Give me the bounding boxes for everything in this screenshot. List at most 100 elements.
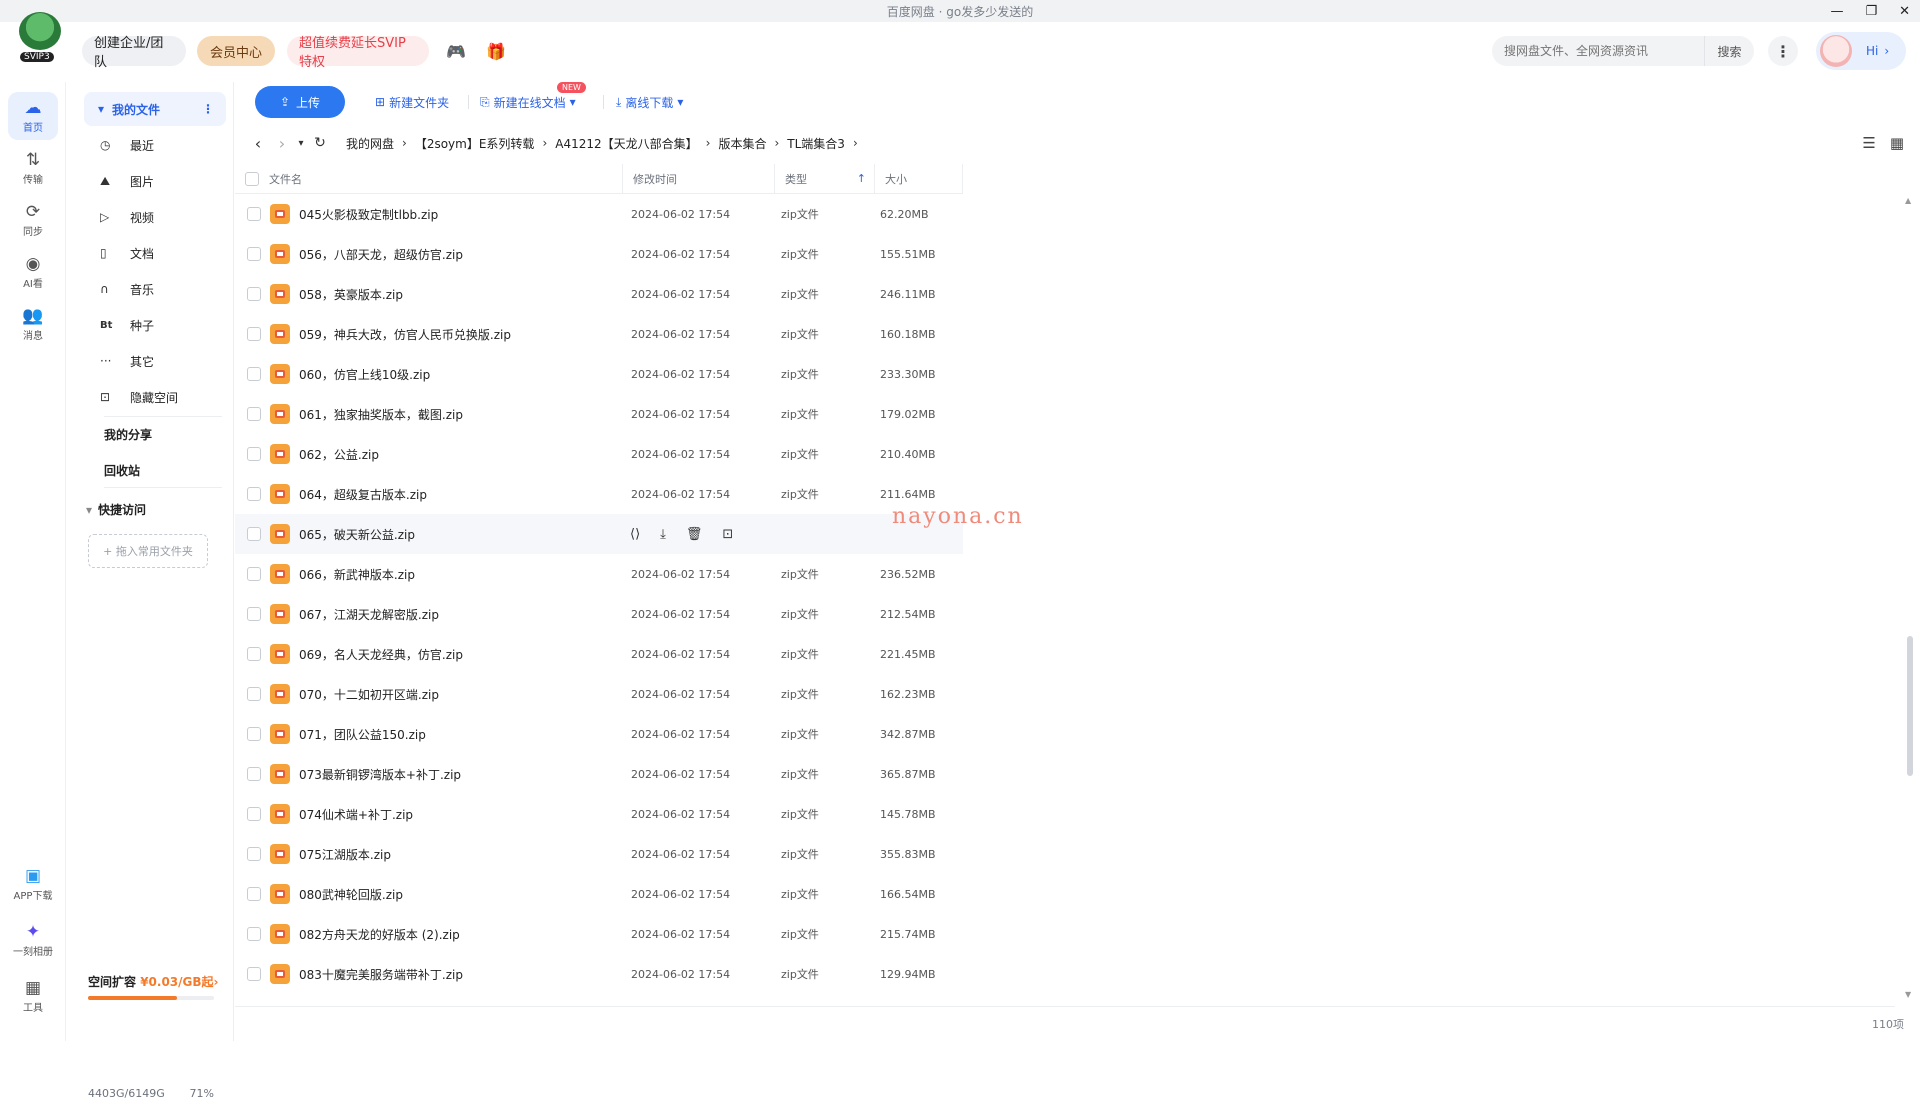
file-name[interactable]: 073最新铜锣湾版本+补丁.zip [299, 766, 461, 783]
sidebar-item-torrents[interactable]: Bt 种子 [100, 311, 154, 339]
row-checkbox[interactable] [247, 607, 261, 621]
sidebar-item-my-share[interactable]: 我的分享 [104, 426, 152, 443]
row-checkbox[interactable] [247, 247, 261, 261]
file-name[interactable]: 066，新武神版本.zip [299, 566, 415, 583]
quick-access-header[interactable]: ▾ 快捷访问 [86, 501, 146, 518]
file-name[interactable]: 062，公益.zip [299, 446, 379, 463]
sidebar-item-hidden-space[interactable]: ⊡ 隐藏空间 [100, 383, 178, 411]
breadcrumb-item[interactable]: TL端集合3 [787, 135, 845, 152]
sidebar-item-recycle-bin[interactable]: 回收站 [104, 462, 140, 479]
table-row[interactable]: 062，公益.zip 2024-06-02 17:54 zip文件 210.40MB [235, 434, 963, 474]
table-row[interactable]: 045火影极致定制tlbb.zip 2024-06-02 17:54 zip文件 62… [235, 194, 963, 234]
row-checkbox[interactable] [247, 567, 261, 581]
minimize-icon[interactable]: — [1830, 4, 1843, 19]
search-button[interactable]: 搜索 [1704, 36, 1754, 66]
file-name[interactable]: 069，名人天龙经典，仿官.zip [299, 646, 463, 663]
row-checkbox[interactable] [247, 847, 261, 861]
row-checkbox[interactable] [247, 447, 261, 461]
vip-center-button[interactable]: 会员中心 [197, 36, 275, 66]
forward-icon[interactable]: › [270, 134, 294, 153]
select-all-checkbox[interactable] [245, 171, 259, 186]
file-name[interactable]: 082方舟天龙的好版本 (2).zip [299, 926, 460, 943]
history-dropdown-icon[interactable]: ▾ [294, 138, 308, 149]
row-checkbox[interactable] [247, 887, 261, 901]
file-name[interactable]: 065，破天新公益.zip [299, 526, 415, 543]
grid-view-icon[interactable]: ▦ [1890, 134, 1904, 152]
row-checkbox[interactable] [247, 487, 261, 501]
table-row[interactable]: 067，江湖天龙解密版.zip 2024-06-02 17:54 zip文件 212.… [235, 594, 963, 634]
row-checkbox[interactable] [247, 327, 261, 341]
table-row[interactable]: 083十魔完美服务端带补丁.zip 2024-06-02 17:54 zip文件 12… [235, 954, 963, 994]
create-team-button[interactable]: 创建企业/团队 [82, 36, 186, 70]
scroll-down-icon[interactable]: ▼ [1905, 990, 1911, 999]
file-name[interactable]: 071，团队公益150.zip [299, 726, 426, 743]
breadcrumb-item[interactable]: 我的网盘 [346, 135, 394, 152]
rail-item-sync[interactable]: ⟳ 同步 [8, 196, 58, 244]
row-checkbox[interactable] [247, 207, 261, 221]
share-icon[interactable]: ⟨⟩ [630, 527, 640, 542]
rail-item-message[interactable]: 👥 消息 [8, 300, 58, 348]
file-name[interactable]: 059，神兵大改，仿官人民币兑换版.zip [299, 326, 511, 343]
more-menu-icon[interactable]: ⋮ [1768, 36, 1798, 66]
table-row[interactable]: 066，新武神版本.zip 2024-06-02 17:54 zip文件 236.52… [235, 554, 963, 594]
storage-expand-link[interactable]: 空间扩容 ¥0.03/GB起› [88, 973, 219, 990]
table-row[interactable]: 069，名人天龙经典，仿官.zip 2024-06-02 17:54 zip文件 22… [235, 634, 963, 674]
restore-icon[interactable]: ❐ [1865, 4, 1877, 19]
rail-item-app-download[interactable]: ▣ APP下载 [8, 860, 58, 908]
table-row[interactable]: 061，独家抽奖版本，截图.zip 2024-06-02 17:54 zip文件 17… [235, 394, 963, 434]
gift-icon[interactable]: 🎁 [486, 42, 506, 61]
back-icon[interactable]: ‹ [246, 134, 270, 153]
table-row[interactable]: 074仙术端+补丁.zip 2024-06-02 17:54 zip文件 145.78… [235, 794, 963, 834]
table-row[interactable]: 071，团队公益150.zip 2024-06-02 17:54 zip文件 342.… [235, 714, 963, 754]
sidebar-item-my-files[interactable]: ▾ 我的文件 ⋮ [84, 92, 226, 126]
new-folder-button[interactable]: ⊞ 新建文件夹 [375, 90, 449, 114]
app-logo[interactable] [19, 12, 61, 50]
file-name[interactable]: 064，超级复古版本.zip [299, 486, 427, 503]
table-row[interactable]: 073最新铜锣湾版本+补丁.zip 2024-06-02 17:54 zip文件 36… [235, 754, 963, 794]
sidebar-item-music[interactable]: ∩ 音乐 [100, 275, 154, 303]
rail-item-tools[interactable]: ▦ 工具 [8, 972, 58, 1020]
row-checkbox[interactable] [247, 367, 261, 381]
row-checkbox[interactable] [247, 407, 261, 421]
close-icon[interactable]: ✕ [1899, 4, 1910, 19]
row-checkbox[interactable] [247, 807, 261, 821]
scroll-up-icon[interactable]: ▲ [1905, 196, 1911, 205]
row-checkbox[interactable] [247, 927, 261, 941]
sidebar-item-documents[interactable]: ▯ 文档 [100, 239, 154, 267]
column-type[interactable]: 类型 ↑ [775, 163, 875, 194]
search-input[interactable] [1504, 44, 1702, 58]
table-row[interactable]: 080武神轮回版.zip 2024-06-02 17:54 zip文件 166.54M… [235, 874, 963, 914]
file-name[interactable]: 045火影极致定制tlbb.zip [299, 206, 438, 223]
breadcrumb-item[interactable]: 【2soym】E系列转载 [415, 135, 535, 152]
breadcrumb-item[interactable]: 版本集合 [718, 135, 766, 152]
column-modified[interactable]: 修改时间 [623, 163, 775, 194]
refresh-icon[interactable]: ↻ [308, 135, 332, 151]
table-row[interactable]: 060，仿官上线10级.zip 2024-06-02 17:54 zip文件 233.… [235, 354, 963, 394]
rail-item-transfer[interactable]: ⇅ 传输 [8, 144, 58, 192]
file-name[interactable]: 080武神轮回版.zip [299, 886, 403, 903]
row-checkbox[interactable] [247, 647, 261, 661]
row-checkbox[interactable] [247, 767, 261, 781]
file-name[interactable]: 075江湖版本.zip [299, 846, 391, 863]
table-row[interactable]: 065，破天新公益.zip ⟨⟩ ⤓ 🗑 ⊡ [235, 514, 963, 554]
file-name[interactable]: 083十魔完美服务端带补丁.zip [299, 966, 463, 983]
more-vertical-icon[interactable]: ⋮ [202, 102, 214, 116]
file-name[interactable]: 058，英豪版本.zip [299, 286, 403, 303]
row-checkbox[interactable] [247, 727, 261, 741]
row-checkbox[interactable] [247, 687, 261, 701]
file-name[interactable]: 074仙术端+补丁.zip [299, 806, 413, 823]
sidebar-item-images[interactable]: ⛰ 图片 [100, 167, 154, 195]
column-name[interactable]: 文件名 [235, 163, 623, 194]
upload-button[interactable]: ⇪ 上传 [255, 86, 345, 118]
sidebar-item-recent[interactable]: ◷ 最近 [100, 131, 154, 159]
scrollbar-thumb[interactable] [1907, 636, 1913, 776]
table-row[interactable]: 075江湖版本.zip 2024-06-02 17:54 zip文件 355.83MB [235, 834, 963, 874]
new-online-doc-button[interactable]: ⎘ 新建在线文档 ▾ [480, 90, 576, 114]
table-row[interactable]: 064，超级复古版本.zip 2024-06-02 17:54 zip文件 211.6… [235, 474, 963, 514]
quick-access-drop-zone[interactable]: + 拖入常用文件夹 [88, 534, 208, 568]
svip-promo-button[interactable]: 超值续费延长SVIP特权 [287, 36, 429, 70]
sort-list-icon[interactable]: ☰ [1862, 134, 1875, 152]
delete-icon[interactable]: 🗑 [686, 527, 703, 542]
game-icon[interactable]: 🎮 [446, 42, 466, 61]
file-name[interactable]: 061，独家抽奖版本，截图.zip [299, 406, 463, 423]
